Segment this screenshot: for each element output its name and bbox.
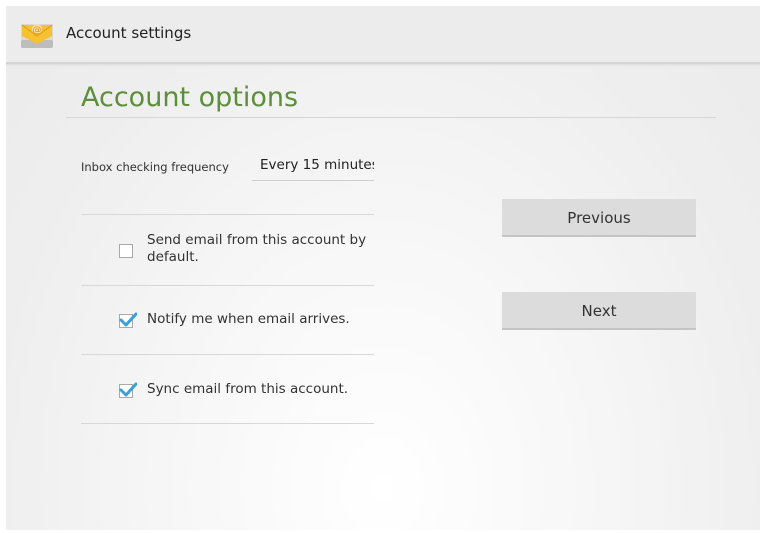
previous-button[interactable]: Previous: [502, 199, 696, 237]
checkmark-icon: [119, 312, 137, 327]
email-app-icon[interactable]: @: [18, 16, 58, 54]
next-button[interactable]: Next: [502, 292, 696, 330]
action-bar: @ Account settings: [6, 6, 760, 64]
page-title: Account options: [81, 82, 299, 113]
notify-checkbox[interactable]: [119, 312, 137, 328]
action-bar-title: Account settings: [66, 24, 192, 42]
svg-text:@: @: [33, 26, 42, 36]
inbox-frequency-label: Inbox checking frequency: [81, 160, 229, 174]
send-default-checkbox[interactable]: [119, 244, 133, 258]
inbox-frequency-value: Every 15 minutes: [260, 157, 374, 173]
sync-label: Sync email from this account.: [147, 381, 349, 397]
notify-label: Notify me when email arrives.: [147, 311, 350, 327]
option-notify[interactable]: Notify me when email arrives.: [81, 286, 374, 354]
sync-checkbox[interactable]: [119, 382, 137, 398]
heading-divider: [66, 117, 716, 118]
settings-window: @ Account settings Account options Inbox…: [6, 6, 760, 530]
option-send-default[interactable]: Send email from this account by default.: [81, 215, 374, 285]
list-divider: [81, 423, 374, 424]
option-sync[interactable]: Sync email from this account.: [81, 355, 374, 423]
send-default-label: Send email from this account by default.: [147, 232, 367, 265]
checkmark-icon: [119, 382, 137, 397]
inbox-frequency-spinner[interactable]: Every 15 minutes: [252, 152, 374, 181]
